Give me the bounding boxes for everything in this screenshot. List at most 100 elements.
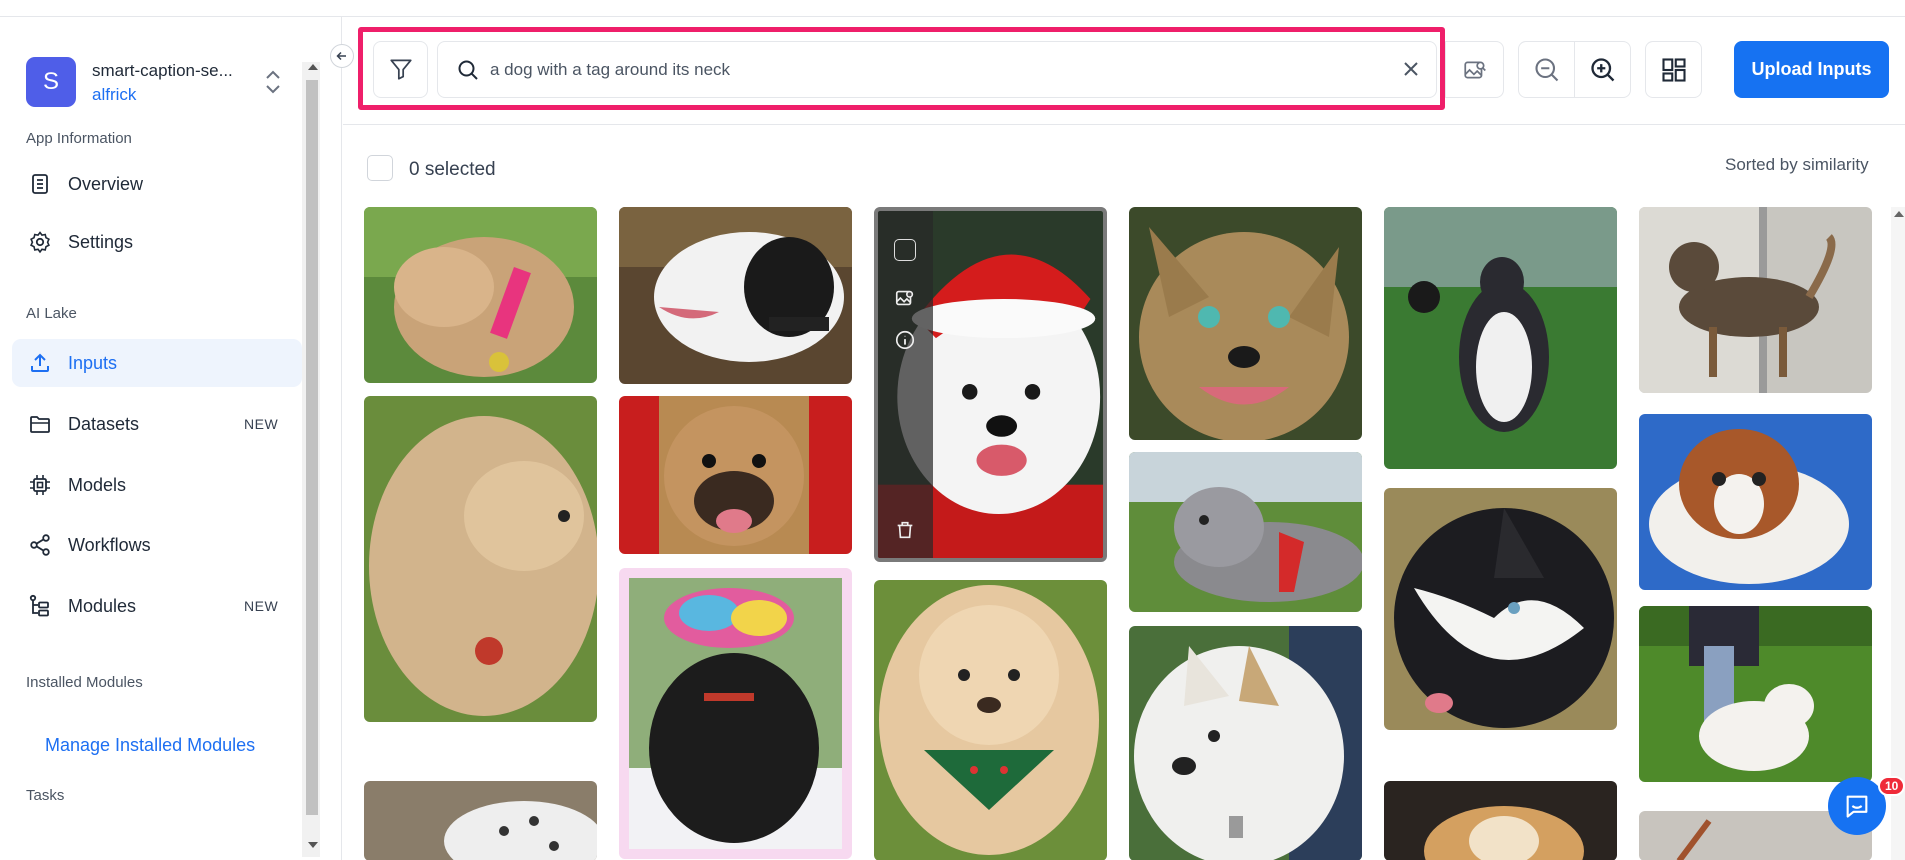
grid-layout-icon — [1662, 58, 1686, 82]
collapse-sidebar-button[interactable] — [330, 44, 354, 68]
clear-search-icon[interactable] — [1400, 58, 1422, 80]
gallery-image[interactable] — [619, 396, 852, 554]
section-tasks: Tasks — [26, 787, 65, 804]
new-badge: NEW — [244, 416, 279, 432]
search-icon — [458, 60, 478, 80]
sidebar-item-label: Settings — [68, 232, 134, 252]
chevron-up-down-icon[interactable] — [264, 67, 282, 97]
main-content: Upload Inputs 0 selected Sorted by simil… — [343, 17, 1905, 860]
sidebar-item-settings[interactable]: Settings — [12, 218, 302, 266]
gallery-image[interactable] — [364, 781, 597, 860]
gallery-image[interactable] — [1129, 207, 1362, 440]
toolbar: Upload Inputs — [343, 17, 1905, 125]
chat-icon — [1846, 795, 1868, 818]
app-name: smart-caption-se... — [92, 61, 233, 80]
dog-image — [364, 396, 597, 722]
zoom-out-icon — [1535, 58, 1559, 82]
dog-image — [1639, 207, 1872, 393]
sidebar-item-datasets[interactable]: Datasets NEW — [12, 400, 302, 448]
share-icon — [30, 534, 50, 556]
folder-icon — [30, 416, 50, 433]
dog-image — [364, 207, 597, 383]
section-app-information: App Information — [26, 130, 132, 147]
dog-image — [364, 781, 597, 860]
zoom-in-icon — [1591, 58, 1615, 82]
gallery-image[interactable] — [1384, 488, 1617, 730]
gallery-image[interactable] — [619, 207, 852, 384]
app-switcher[interactable]: S smart-caption-se... alfrick — [26, 57, 296, 109]
select-image-checkbox[interactable] — [894, 239, 916, 261]
gallery-scrollbar[interactable] — [1891, 207, 1905, 860]
dog-image — [619, 568, 852, 859]
gallery-image[interactable] — [1129, 626, 1362, 860]
app-avatar: S — [26, 57, 76, 107]
zoom-out-button[interactable] — [1518, 41, 1575, 98]
dog-image — [1639, 606, 1872, 782]
notification-badge: 10 — [1878, 776, 1905, 796]
gallery-image[interactable] — [1639, 606, 1872, 782]
gallery-image[interactable] — [1129, 452, 1362, 612]
scroll-up-arrow-icon[interactable] — [1894, 211, 1904, 217]
sidebar-item-workflows[interactable]: Workflows — [12, 521, 302, 569]
scroll-down-arrow-icon[interactable] — [308, 842, 318, 848]
sidebar-scrollbar[interactable] — [302, 62, 320, 857]
gallery-image[interactable] — [1384, 207, 1617, 469]
manage-installed-modules-link[interactable]: Manage Installed Modules — [45, 735, 255, 756]
dog-image — [1384, 781, 1617, 860]
new-badge: NEW — [244, 598, 279, 614]
sidebar-item-label: Inputs — [68, 353, 118, 373]
gallery-image[interactable] — [1384, 781, 1617, 860]
sidebar: S smart-caption-se... alfrick App Inform… — [0, 17, 342, 860]
selected-count: 0 selected — [409, 159, 496, 180]
app-user-link[interactable]: alfrick — [92, 85, 136, 105]
dog-image — [619, 396, 852, 554]
arrow-left-icon — [336, 51, 346, 61]
sidebar-item-label: Models — [68, 475, 127, 495]
document-icon — [32, 174, 48, 194]
filter-icon — [389, 59, 412, 80]
select-all-checkbox[interactable] — [367, 155, 393, 181]
dog-image — [1384, 207, 1617, 469]
dog-image — [1129, 207, 1362, 440]
section-ai-lake: AI Lake — [26, 305, 77, 322]
upload-inputs-button[interactable]: Upload Inputs — [1734, 41, 1889, 98]
gallery-image[interactable] — [364, 207, 597, 383]
gallery-image-hovered[interactable] — [874, 207, 1107, 562]
info-icon[interactable] — [894, 329, 916, 351]
sort-indicator[interactable]: Sorted by similarity — [1725, 155, 1869, 175]
gallery-image[interactable] — [874, 580, 1107, 860]
dog-image — [1129, 626, 1362, 860]
sidebar-item-label: Overview — [68, 174, 144, 194]
chip-icon — [30, 475, 50, 495]
upload-icon — [31, 353, 49, 372]
modules-icon — [29, 594, 49, 617]
dog-image — [1129, 452, 1362, 612]
filter-button[interactable] — [373, 41, 428, 98]
image-search-icon[interactable] — [894, 287, 916, 309]
sidebar-item-label: Datasets — [68, 414, 140, 434]
sidebar-item-overview[interactable]: Overview — [12, 160, 302, 208]
search-bar[interactable] — [437, 41, 1437, 98]
sidebar-item-models[interactable]: Models — [12, 461, 302, 509]
trash-icon[interactable] — [894, 519, 916, 541]
gallery-image[interactable] — [1639, 414, 1872, 590]
scroll-up-arrow-icon[interactable] — [308, 64, 318, 70]
gallery-image[interactable] — [364, 396, 597, 722]
search-input[interactable] — [490, 56, 1370, 84]
gear-icon — [30, 231, 50, 254]
sidebar-item-modules[interactable]: Modules NEW — [12, 582, 302, 630]
sidebar-item-inputs[interactable]: Inputs — [12, 339, 302, 387]
gallery-image[interactable] — [1639, 207, 1872, 393]
hover-actions-strip — [878, 211, 933, 558]
dog-image — [1639, 414, 1872, 590]
sidebar-item-label: Modules — [68, 596, 137, 616]
image-search-button[interactable] — [1445, 41, 1504, 98]
dog-image — [1384, 488, 1617, 730]
zoom-in-button[interactable] — [1574, 41, 1631, 98]
dog-image — [619, 207, 852, 384]
top-border — [0, 0, 1905, 17]
scrollbar-thumb[interactable] — [306, 80, 318, 815]
grid-layout-button[interactable] — [1645, 41, 1702, 98]
gallery-image[interactable] — [619, 568, 852, 859]
image-search-icon — [1464, 61, 1486, 79]
